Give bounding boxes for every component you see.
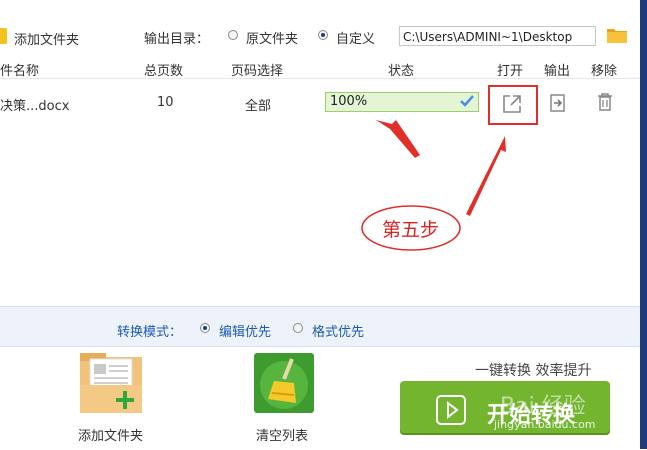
open-file-icon[interactable] [501, 93, 523, 115]
header-export: 输出 [544, 64, 571, 79]
watermark-url: jingyan.baidu.com [494, 418, 596, 431]
clear-list-label[interactable]: 清空列表 [256, 425, 308, 444]
export-icon[interactable] [549, 93, 567, 113]
radio-edit-priority-label[interactable]: 编辑优先 [219, 321, 271, 340]
play-icon [436, 395, 466, 425]
folder-icon[interactable] [0, 28, 7, 44]
header-page-select: 页码选择 [231, 64, 284, 79]
row-filename: 决策...docx [0, 99, 70, 114]
radio-edit-priority[interactable] [200, 323, 210, 333]
add-folder-button[interactable]: 添加文件夹 [14, 29, 79, 48]
slogan: 一键转换 效率提升 [475, 363, 592, 379]
arrow-to-open [466, 136, 506, 216]
radio-source-folder-label[interactable]: 原文件夹 [246, 28, 298, 47]
row-page-select[interactable]: 全部 [245, 95, 271, 114]
header-status: 状态 [388, 64, 415, 79]
watermark: Bai 经验 [500, 394, 586, 419]
radio-custom-label[interactable]: 自定义 [336, 28, 375, 47]
output-path-input[interactable]: C:\Users\ADMINI~1\Desktop [399, 26, 596, 46]
window-edge [640, 0, 647, 449]
trash-icon[interactable] [596, 92, 614, 112]
check-icon [460, 95, 474, 107]
radio-format-priority[interactable] [293, 323, 303, 333]
header-filename: 件名称 [0, 64, 40, 79]
broom-icon[interactable] [254, 353, 314, 413]
add-folder-big-label[interactable]: 添加文件夹 [78, 425, 143, 444]
add-folder-icon[interactable] [80, 353, 142, 413]
output-dir-label: 输出目录： [144, 32, 210, 47]
mode-label: 转换模式： [117, 325, 183, 340]
row-pages: 10 [157, 95, 174, 110]
progress-text: 100% [330, 94, 368, 109]
step-label: 第五步 [382, 219, 440, 241]
header-pages: 总页数 [144, 64, 184, 79]
radio-format-priority-label[interactable]: 格式优先 [312, 321, 364, 340]
browse-folder-icon[interactable] [607, 27, 627, 43]
radio-source-folder[interactable] [228, 30, 238, 40]
header-open: 打开 [497, 64, 524, 79]
header-remove: 移除 [591, 64, 618, 79]
radio-custom[interactable] [318, 30, 328, 40]
